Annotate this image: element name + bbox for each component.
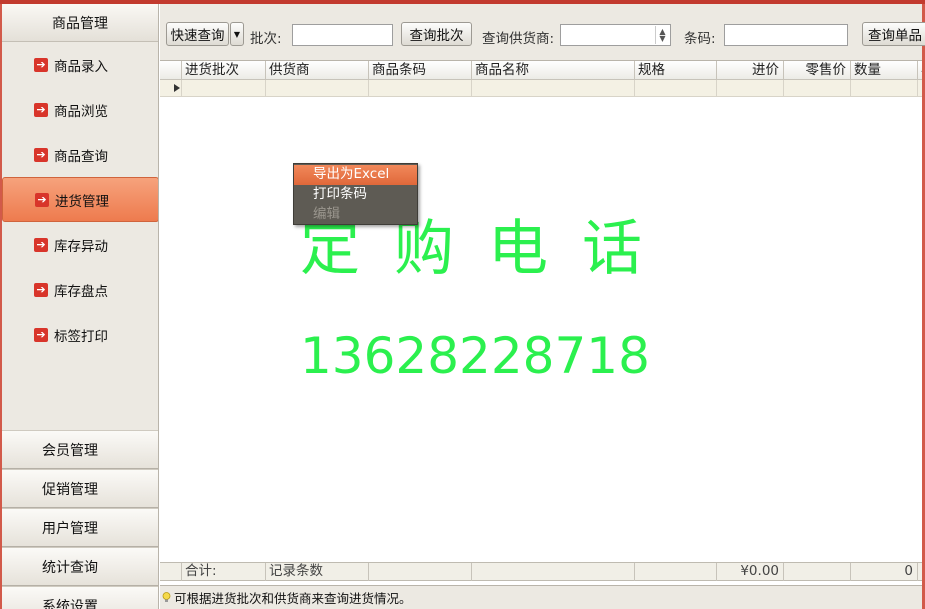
arrow-right-icon: ➔ [34,147,48,162]
section-label: 促销管理 [42,481,98,498]
sidebar-header-product-management[interactable]: 商品管理 [2,4,158,42]
sidebar-item-label: 商品查询 [54,148,108,165]
menu-item-print-barcode[interactable]: 打印条码 [294,185,417,205]
footer-price-total: ¥0.00 [717,563,784,581]
column-header[interactable]: 零售价 [784,61,851,80]
section-label: 系统设置 [42,598,98,609]
row-header-corner [160,61,182,80]
row-selector[interactable] [160,80,182,97]
table-row[interactable] [160,80,922,97]
query-batch-label: 查询批次 [409,28,464,44]
table-cell[interactable] [266,80,369,97]
row-pointer-icon [174,84,180,92]
table-cell[interactable] [472,80,635,97]
sidebar-section-user-management[interactable]: 用户管理 [2,508,158,547]
footer-cell [784,563,851,581]
sidebar-item-label: 进货管理 [55,193,109,210]
footer-record-count-label: 记录条数 [266,563,369,581]
status-bar: 可根据进货批次和供货商来查询进货情况。 [160,585,922,609]
sidebar-header-label: 商品管理 [52,15,108,32]
supplier-select[interactable]: ▲ ▼ [560,24,671,46]
context-menu: 导出为Excel 打印条码 编辑 [293,163,418,225]
footer-corner [160,563,182,581]
section-label: 会员管理 [42,442,98,459]
query-single-item-button[interactable]: 查询单品 [862,22,925,46]
spin-arrows-icon[interactable]: ▲ ▼ [655,26,669,44]
sidebar-item-label: 库存盘点 [54,283,108,300]
footer-qty-total: 0 [851,563,918,581]
sidebar-item-purchase-management[interactable]: ➔ 进货管理 [2,177,158,222]
watermark-phone: 13628228718 [300,327,650,385]
menu-item-edit: 编辑 [313,206,340,222]
footer-cell [635,563,717,581]
grid-header: 进货批次 供货商 商品条码 商品名称 规格 进价 零售价 数量 小 [160,61,922,80]
column-header[interactable]: 进货批次 [182,61,266,80]
toolbar: 快速查询 ▼ 批次: 查询批次 查询供货商: ▲ ▼ 条码: 查询单品 [160,4,925,61]
sidebar-item-product-entry[interactable]: ➔ 商品录入 [2,42,158,87]
grid-footer: 合计: 记录条数 ¥0.00 0 [160,562,922,581]
sidebar-item-label-print[interactable]: ➔ 标签打印 [2,312,158,357]
status-text: 可根据进货批次和供货商来查询进货情况。 [174,591,412,606]
sidebar: 商品管理 ➔ 商品录入 ➔ 商品浏览 ➔ 商品查询 ➔ 进货管理 ➔ 库存异动 … [2,4,159,609]
footer-cell [472,563,635,581]
sidebar-item-stocktaking[interactable]: ➔ 库存盘点 [2,267,158,312]
column-header[interactable]: 进价 [717,61,784,80]
barcode-input[interactable] [724,24,848,46]
column-header[interactable]: 商品条码 [369,61,472,80]
sidebar-item-product-query[interactable]: ➔ 商品查询 [2,132,158,177]
menu-item-export-excel[interactable]: 导出为Excel [294,165,417,185]
query-batch-button[interactable]: 查询批次 [401,22,472,46]
column-header[interactable]: 商品名称 [472,61,635,80]
sidebar-items: ➔ 商品录入 ➔ 商品浏览 ➔ 商品查询 ➔ 进货管理 ➔ 库存异动 ➔ 库存盘… [2,42,158,357]
sidebar-item-label: 标签打印 [54,328,108,345]
sidebar-section-member-management[interactable]: 会员管理 [2,430,158,469]
main-panel: 快速查询 ▼ 批次: 查询批次 查询供货商: ▲ ▼ 条码: 查询单品 进货批次 … [160,4,925,609]
table-cell[interactable] [851,80,918,97]
sidebar-item-label: 商品浏览 [54,103,108,120]
query-single-item-label: 查询单品 [868,28,922,44]
section-label: 用户管理 [42,520,98,537]
sidebar-item-label: 商品录入 [54,58,108,75]
sidebar-section-system-settings[interactable]: 系统设置 [2,586,158,609]
arrow-right-icon: ➔ [34,282,48,297]
table-cell[interactable] [369,80,472,97]
footer-total-label: 合计: [182,563,266,581]
column-header[interactable]: 数量 [851,61,918,80]
quick-query-button[interactable]: 快速查询 [166,22,229,46]
column-header[interactable]: 小 [918,61,922,80]
table-cell[interactable] [635,80,717,97]
lightbulb-icon [162,592,171,602]
sidebar-item-product-browse[interactable]: ➔ 商品浏览 [2,87,158,132]
table-cell[interactable] [717,80,784,97]
arrow-right-icon: ➔ [34,57,48,72]
barcode-label: 条码: [684,31,716,47]
arrow-right-icon: ➔ [34,327,48,342]
table-cell[interactable] [784,80,851,97]
arrow-right-icon: ➔ [34,237,48,252]
column-header[interactable]: 规格 [635,61,717,80]
sidebar-section-statistics-query[interactable]: 统计查询 [2,547,158,586]
supplier-label: 查询供货商: [482,31,555,47]
section-label: 统计查询 [42,559,98,576]
column-header[interactable]: 供货商 [266,61,369,80]
table-cell[interactable] [182,80,266,97]
sidebar-item-stock-change[interactable]: ➔ 库存异动 [2,222,158,267]
quick-query-label: 快速查询 [170,28,225,44]
batch-input[interactable] [292,24,393,46]
chevron-down-icon: ▼ [233,29,241,39]
arrow-right-icon: ➔ [35,192,49,207]
sidebar-section-promotion-management[interactable]: 促销管理 [2,469,158,508]
batch-label: 批次: [250,31,282,47]
arrow-right-icon: ➔ [34,102,48,117]
footer-cell [369,563,472,581]
sidebar-sections: 会员管理 促销管理 用户管理 统计查询 系统设置 [2,430,158,609]
sidebar-item-label: 库存异动 [54,238,108,255]
quick-query-dropdown[interactable]: ▼ [230,22,244,46]
